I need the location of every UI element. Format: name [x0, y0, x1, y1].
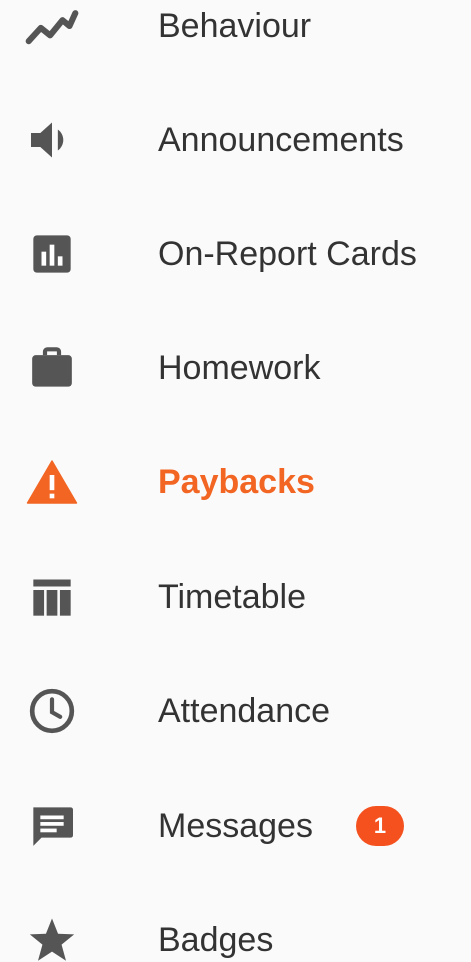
message-icon [24, 798, 80, 854]
table-icon [24, 569, 80, 625]
nav-label: Badges [158, 921, 274, 959]
nav-label: Messages [158, 807, 313, 845]
nav-label: Attendance [158, 692, 331, 730]
nav-item-on-report-cards[interactable]: On-Report Cards [0, 214, 471, 294]
nav-item-messages[interactable]: Messages 1 [0, 786, 471, 866]
star-icon [24, 912, 80, 962]
nav-item-attendance[interactable]: Attendance [0, 671, 471, 751]
nav-item-homework[interactable]: Homework [0, 328, 471, 408]
nav-item-timetable[interactable]: Timetable [0, 557, 471, 637]
briefcase-icon [24, 340, 80, 396]
nav-label: On-Report Cards [158, 235, 417, 273]
clock-icon [24, 683, 80, 739]
nav-item-paybacks[interactable]: Paybacks [0, 442, 471, 522]
nav-item-announcements[interactable]: Announcements [0, 100, 471, 180]
nav-label: Homework [158, 349, 321, 387]
bar-chart-icon [24, 226, 80, 282]
nav-item-badges[interactable]: Badges [0, 900, 471, 962]
nav-label: Timetable [158, 578, 307, 616]
nav-label: Paybacks [158, 463, 315, 501]
sidebar-nav: Behaviour Announcements On-Report Cards [0, 0, 471, 962]
nav-label: Announcements [158, 121, 404, 159]
nav-item-behaviour[interactable]: Behaviour [0, 0, 471, 66]
trending-line-icon [24, 0, 80, 54]
unread-count-badge: 1 [356, 806, 404, 846]
speaker-icon [24, 112, 80, 168]
nav-label: Behaviour [158, 7, 312, 45]
warning-icon [24, 454, 80, 510]
